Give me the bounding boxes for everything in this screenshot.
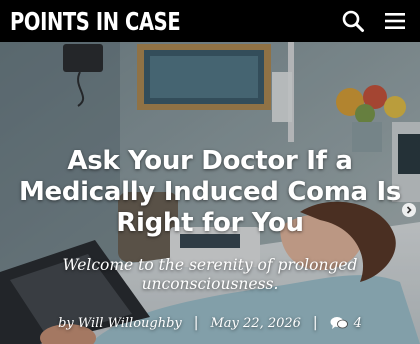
site-header: Points in Case <box>0 0 420 42</box>
comment-count: 4 <box>353 315 362 331</box>
article-title[interactable]: Ask Your Doctor If a Medically Induced C… <box>10 146 410 239</box>
comments-icon <box>330 317 348 329</box>
chevron-right-icon <box>406 206 412 214</box>
site-logo[interactable]: Points in Case <box>10 7 181 36</box>
hamburger-menu-icon[interactable] <box>380 6 410 36</box>
hero-banner[interactable]: Ask Your Doctor If a Medically Induced C… <box>0 42 420 344</box>
header-actions <box>338 6 410 36</box>
meta-separator: | <box>193 315 199 331</box>
comments-link[interactable]: 4 <box>330 316 362 331</box>
publish-date: May 22, 2026 <box>210 315 301 331</box>
article-subtitle: Welcome to the serenity of prolonged unc… <box>62 256 358 293</box>
carousel-next-button[interactable] <box>402 203 416 217</box>
author-byline[interactable]: by Will Willoughby <box>58 316 182 331</box>
article-meta: by Will Willoughby | May 22, 2026 | 4 <box>0 315 420 331</box>
search-icon[interactable] <box>338 6 368 36</box>
meta-separator: | <box>312 315 318 331</box>
